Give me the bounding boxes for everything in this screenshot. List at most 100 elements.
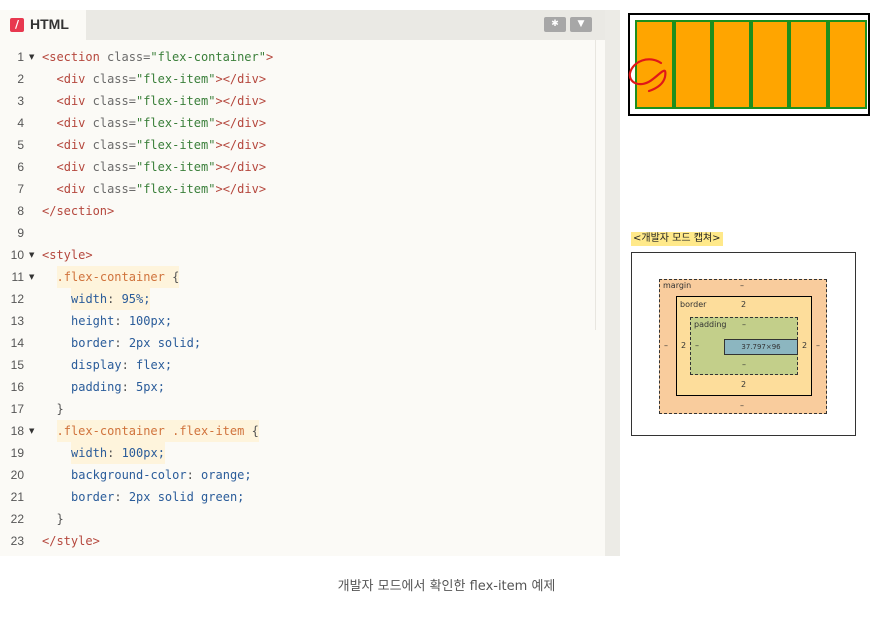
code-line[interactable]: 1 ▼ <section class="flex-container"> — [0, 46, 595, 68]
code-line[interactable]: 14 border: 2px solid; — [0, 332, 595, 354]
line-number: 6 — [17, 160, 24, 174]
code-text: <div class="flex-item"></div> — [56, 160, 267, 174]
code-line[interactable]: 19 width: 100px; — [0, 442, 595, 464]
flex-item — [789, 20, 828, 109]
code-line[interactable]: 18 ▼ .flex-container .flex-item { — [0, 420, 595, 442]
box-model-border: border 2 2 2 2 padding – – – – 37.797×96 — [676, 296, 812, 396]
margin-right-value: – — [816, 341, 820, 350]
code-text: height: 100px; — [71, 314, 173, 328]
code-text: } — [56, 512, 64, 526]
code-line[interactable]: 10 ▼ <style> — [0, 244, 595, 266]
tab-html[interactable]: / HTML — [0, 10, 86, 40]
devtools-caption: <개발자 모드 캡쳐> — [631, 232, 723, 246]
chevron-down-icon: ▼ — [577, 19, 585, 29]
code-text: } — [56, 402, 64, 416]
code-line[interactable]: 15 display: flex; — [0, 354, 595, 376]
padding-left-value: – — [695, 341, 699, 350]
code-text: <div class="flex-item"></div> — [56, 182, 267, 196]
line-number: 15 — [10, 358, 24, 372]
fold-toggle-icon[interactable]: ▼ — [29, 244, 34, 266]
margin-left-value: – — [664, 341, 668, 350]
border-bottom-value: 2 — [741, 380, 747, 389]
margin-bottom-value: – — [740, 401, 744, 410]
code-line[interactable]: 3 <div class="flex-item"></div> — [0, 90, 595, 112]
line-number: 20 — [10, 468, 24, 482]
code-line[interactable]: 17} — [0, 398, 595, 420]
border-left-value: 2 — [681, 341, 687, 350]
red-annotation-mark — [628, 58, 667, 93]
padding-top-value: – — [742, 320, 746, 329]
code-line[interactable]: 16 padding: 5px; — [0, 376, 595, 398]
tab-label: HTML — [30, 16, 69, 32]
code-text: .flex-container { — [56, 266, 180, 288]
gear-icon: ✱ — [551, 19, 559, 29]
settings-button[interactable]: ✱ — [544, 17, 566, 32]
line-number: 4 — [17, 116, 24, 130]
figure-caption: 개발자 모드에서 확인한 flex-item 예제 — [337, 579, 556, 594]
padding-bottom-value: – — [742, 360, 746, 369]
code-text: padding: 5px; — [71, 380, 165, 394]
code-line[interactable]: 9 — [0, 222, 595, 244]
code-area[interactable]: 1 ▼ <section class="flex-container"> 2 <div … — [0, 40, 605, 556]
line-number: 7 — [17, 182, 24, 196]
code-text: .flex-container .flex-item { — [56, 420, 259, 442]
line-number: 10 — [10, 248, 24, 262]
line-number: 14 — [10, 336, 24, 350]
line-number: 22 — [10, 512, 24, 526]
fold-toggle-icon[interactable]: ▼ — [29, 266, 34, 288]
code-line[interactable]: 22} — [0, 508, 595, 530]
flex-item — [827, 20, 867, 109]
line-number: 9 — [17, 226, 24, 240]
code-line[interactable]: 13 height: 100px; — [0, 310, 595, 332]
line-number: 18 — [10, 424, 24, 438]
flex-item — [673, 20, 713, 109]
code-text: <div class="flex-item"></div> — [56, 116, 267, 130]
code-line[interactable]: 12 width: 95%; — [0, 288, 595, 310]
box-model-content: 37.797×96 — [724, 339, 798, 355]
code-text: display: flex; — [71, 358, 173, 372]
code-line[interactable]: 23 </style> — [0, 530, 595, 552]
code-line[interactable]: 20 background-color: orange; — [0, 464, 595, 486]
code-line[interactable]: 5 <div class="flex-item"></div> — [0, 134, 595, 156]
code-text: <div class="flex-item"></div> — [56, 72, 267, 86]
code-text: border: 2px solid green; — [71, 490, 245, 504]
collapse-button[interactable]: ▼ — [570, 17, 592, 32]
editor-header: / HTML ✱ ▼ — [0, 10, 605, 40]
code-line[interactable]: 4 <div class="flex-item"></div> — [0, 112, 595, 134]
code-line[interactable]: 2 <div class="flex-item"></div> — [0, 68, 595, 90]
code-text: <div class="flex-item"></div> — [56, 94, 267, 108]
line-number: 16 — [10, 380, 24, 394]
border-right-value: 2 — [802, 341, 808, 350]
code-text: <div class="flex-item"></div> — [56, 138, 267, 152]
line-number: 23 — [10, 534, 24, 548]
code-line[interactable]: 11 ▼ .flex-container { — [0, 266, 595, 288]
flex-item — [712, 20, 751, 109]
html-language-icon: / — [10, 18, 24, 32]
border-top-value: 2 — [741, 300, 747, 309]
line-number: 3 — [17, 94, 24, 108]
fold-toggle-icon[interactable]: ▼ — [29, 46, 34, 68]
editor-edge — [605, 10, 620, 556]
line-number: 1 — [17, 50, 24, 64]
flex-item — [750, 20, 790, 109]
code-line[interactable]: 21 border: 2px solid green; — [0, 486, 595, 508]
code-text: <section class="flex-container"> — [42, 50, 274, 64]
code-editor-panel: / HTML ✱ ▼ 1 ▼ <section class="flex-contai… — [0, 10, 620, 556]
fold-toggle-icon[interactable]: ▼ — [29, 420, 34, 442]
box-model-panel: margin – – – – border 2 2 2 2 padding – … — [631, 252, 856, 436]
line-number: 8 — [17, 204, 24, 218]
code-text: background-color: orange; — [71, 468, 252, 482]
code-line[interactable]: 6 <div class="flex-item"></div> — [0, 156, 595, 178]
line-number: 12 — [10, 292, 24, 306]
line-number: 2 — [17, 72, 24, 86]
padding-label: padding — [694, 320, 727, 329]
margin-label: margin — [663, 281, 692, 290]
line-number: 21 — [10, 490, 24, 504]
code-line[interactable]: 8 </section> — [0, 200, 595, 222]
code-line[interactable]: 7 <div class="flex-item"></div> — [0, 178, 595, 200]
line-number: 17 — [10, 402, 24, 416]
code-text: width: 100px; — [71, 442, 165, 464]
code-text: <style> — [42, 248, 93, 262]
box-model-padding: padding – – – – 37.797×96 — [690, 317, 798, 375]
border-label: border — [680, 300, 707, 309]
